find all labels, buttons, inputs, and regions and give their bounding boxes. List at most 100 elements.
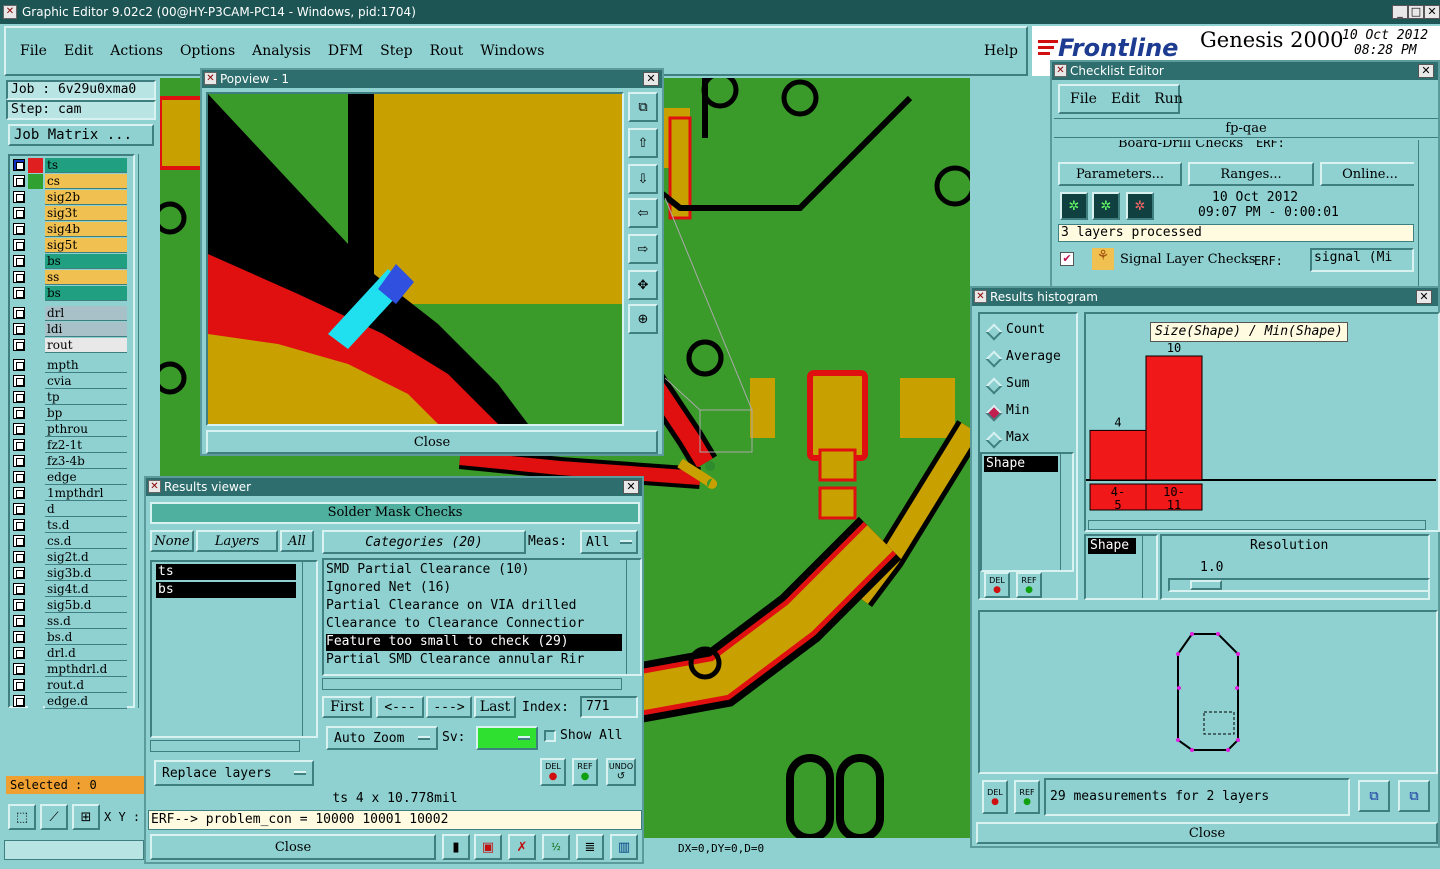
- resolution-slider-thumb[interactable]: [1190, 580, 1222, 590]
- layer-color-swatch[interactable]: [28, 438, 43, 453]
- layer-row[interactable]: ldi: [11, 322, 127, 337]
- layer-color-swatch[interactable]: [28, 222, 43, 237]
- layer-checkbox[interactable]: [13, 695, 25, 707]
- popview-close-button[interactable]: Close: [206, 430, 658, 454]
- resolution-slider[interactable]: [1168, 578, 1430, 592]
- checklist-close-icon[interactable]: ✕: [1418, 64, 1434, 78]
- checklist-menu-run[interactable]: Run: [1154, 91, 1183, 107]
- histogram-close-icon[interactable]: ✕: [1416, 290, 1432, 304]
- layer-row[interactable]: d: [11, 502, 127, 517]
- del-button[interactable]: DEL ●: [540, 758, 566, 786]
- layer-checkbox[interactable]: [13, 487, 25, 499]
- popview-close-icon[interactable]: ✕: [643, 72, 659, 86]
- layer-checkbox[interactable]: [13, 423, 25, 435]
- tool-layers-icon[interactable]: ▮: [442, 834, 470, 860]
- layer-name[interactable]: sig2b: [45, 190, 127, 205]
- layer-row[interactable]: pthrou: [11, 422, 127, 437]
- histogram-export-icon[interactable]: ⧉: [1358, 780, 1390, 812]
- layer-color-swatch[interactable]: [28, 454, 43, 469]
- layer-color-swatch[interactable]: [28, 598, 43, 613]
- layer-row[interactable]: sig2t.d: [11, 550, 127, 565]
- layer-color-swatch[interactable]: [28, 550, 43, 565]
- layer-row[interactable]: sig3b.d: [11, 566, 127, 581]
- category-list-hscroll[interactable]: [322, 678, 622, 690]
- results-viewer-close-icon[interactable]: ✕: [623, 480, 639, 494]
- layer-color-swatch[interactable]: [28, 322, 43, 337]
- run-check-icon-2[interactable]: ✲: [1092, 192, 1120, 220]
- tool-12-icon[interactable]: ½: [542, 834, 570, 860]
- layer-color-swatch[interactable]: [28, 582, 43, 597]
- tool-histogram-icon[interactable]: ▥: [610, 834, 638, 860]
- category-item[interactable]: Clearance to Clearance Connectior: [326, 616, 622, 633]
- menu-help[interactable]: Help: [984, 43, 1018, 59]
- layer-color-swatch[interactable]: [28, 502, 43, 517]
- layer-checkbox[interactable]: [13, 663, 25, 675]
- ref-button[interactable]: REF ●: [572, 758, 598, 786]
- menu-analysis[interactable]: Analysis: [252, 43, 311, 59]
- layer-row[interactable]: rout.d: [11, 678, 127, 693]
- layer-name[interactable]: sig3b.d: [45, 566, 127, 581]
- layer-name[interactable]: fz2-1t: [45, 438, 127, 453]
- layer-color-swatch[interactable]: [28, 158, 43, 173]
- layer-color-swatch[interactable]: [28, 470, 43, 485]
- axis-list-scrollbar[interactable]: [1142, 536, 1156, 598]
- layer-row[interactable]: 1mpthdrl: [11, 486, 127, 501]
- minimize-icon[interactable]: _: [1392, 5, 1408, 19]
- layer-row[interactable]: ss: [11, 270, 127, 285]
- layer-checkbox[interactable]: [13, 255, 25, 267]
- layer-checkbox[interactable]: [13, 679, 25, 691]
- layer-row[interactable]: cs: [11, 174, 127, 189]
- layer-name[interactable]: drl.d: [45, 646, 127, 661]
- ranges-button[interactable]: Ranges...: [1188, 162, 1314, 186]
- layer-color-swatch[interactable]: [28, 422, 43, 437]
- layer-checkbox[interactable]: [13, 647, 25, 659]
- layer-checkbox[interactable]: [13, 439, 25, 451]
- layer-name[interactable]: rout: [45, 338, 127, 353]
- layer-color-swatch[interactable]: [28, 338, 43, 353]
- layer-color-swatch[interactable]: [28, 406, 43, 421]
- layer-row[interactable]: sig4b: [11, 222, 127, 237]
- all-layers-button[interactable]: All: [280, 530, 314, 552]
- checklist-menu-edit[interactable]: Edit: [1111, 91, 1140, 107]
- menu-rout[interactable]: Rout: [430, 43, 464, 59]
- histogram-option-radio[interactable]: [985, 323, 1003, 341]
- layer-checkbox[interactable]: [13, 239, 25, 251]
- layer-checkbox[interactable]: [13, 455, 25, 467]
- layer-name[interactable]: mpth: [45, 358, 127, 373]
- pop-pan-up-icon[interactable]: ⇧: [628, 128, 658, 158]
- histogram-list[interactable]: Shape: [980, 452, 1074, 572]
- category-list[interactable]: SMD Partial Clearance (10) Ignored Net (1…: [322, 558, 642, 676]
- tool-measure-icon[interactable]: ⟋: [40, 804, 68, 830]
- layer-checkbox[interactable]: [13, 287, 25, 299]
- category-list-scrollbar[interactable]: [626, 560, 640, 674]
- layer-checkbox[interactable]: [13, 551, 25, 563]
- online-button[interactable]: Online...: [1320, 162, 1414, 186]
- layer-name[interactable]: ss: [45, 270, 127, 285]
- layer-row[interactable]: drl: [11, 306, 127, 321]
- layer-checkbox[interactable]: [13, 223, 25, 235]
- replace-layers-dropdown[interactable]: Replace layers: [154, 760, 314, 786]
- layer-color-swatch[interactable]: [28, 174, 43, 189]
- tool-select-icon[interactable]: ⬚: [8, 804, 36, 830]
- menu-edit[interactable]: Edit: [64, 43, 93, 59]
- layer-row[interactable]: mpthdrl.d: [11, 662, 127, 677]
- layer-color-swatch[interactable]: [28, 374, 43, 389]
- layer-name[interactable]: tp: [45, 390, 127, 405]
- layer-row[interactable]: ts: [11, 158, 127, 173]
- menu-file[interactable]: File: [20, 43, 47, 59]
- result-layer-item[interactable]: bs: [156, 582, 296, 598]
- layer-checkbox[interactable]: [13, 631, 25, 643]
- layer-row[interactable]: sig5b.d: [11, 598, 127, 613]
- category-item[interactable]: Ignored Net (16): [326, 580, 622, 597]
- last-button[interactable]: Last: [474, 696, 516, 718]
- signal-checkbox[interactable]: ✔: [1060, 252, 1074, 266]
- layer-name[interactable]: edge.d: [45, 694, 127, 709]
- layer-color-swatch[interactable]: [28, 614, 43, 629]
- layer-name[interactable]: mpthdrl.d: [45, 662, 127, 677]
- histogram-axis-list[interactable]: Shape: [1084, 534, 1158, 600]
- menu-dfm[interactable]: DFM: [328, 43, 363, 59]
- layer-row[interactable]: sig3t: [11, 206, 127, 221]
- pop-center-icon[interactable]: ⊕: [628, 304, 658, 334]
- layer-color-swatch[interactable]: [28, 566, 43, 581]
- layer-checkbox[interactable]: [13, 159, 25, 171]
